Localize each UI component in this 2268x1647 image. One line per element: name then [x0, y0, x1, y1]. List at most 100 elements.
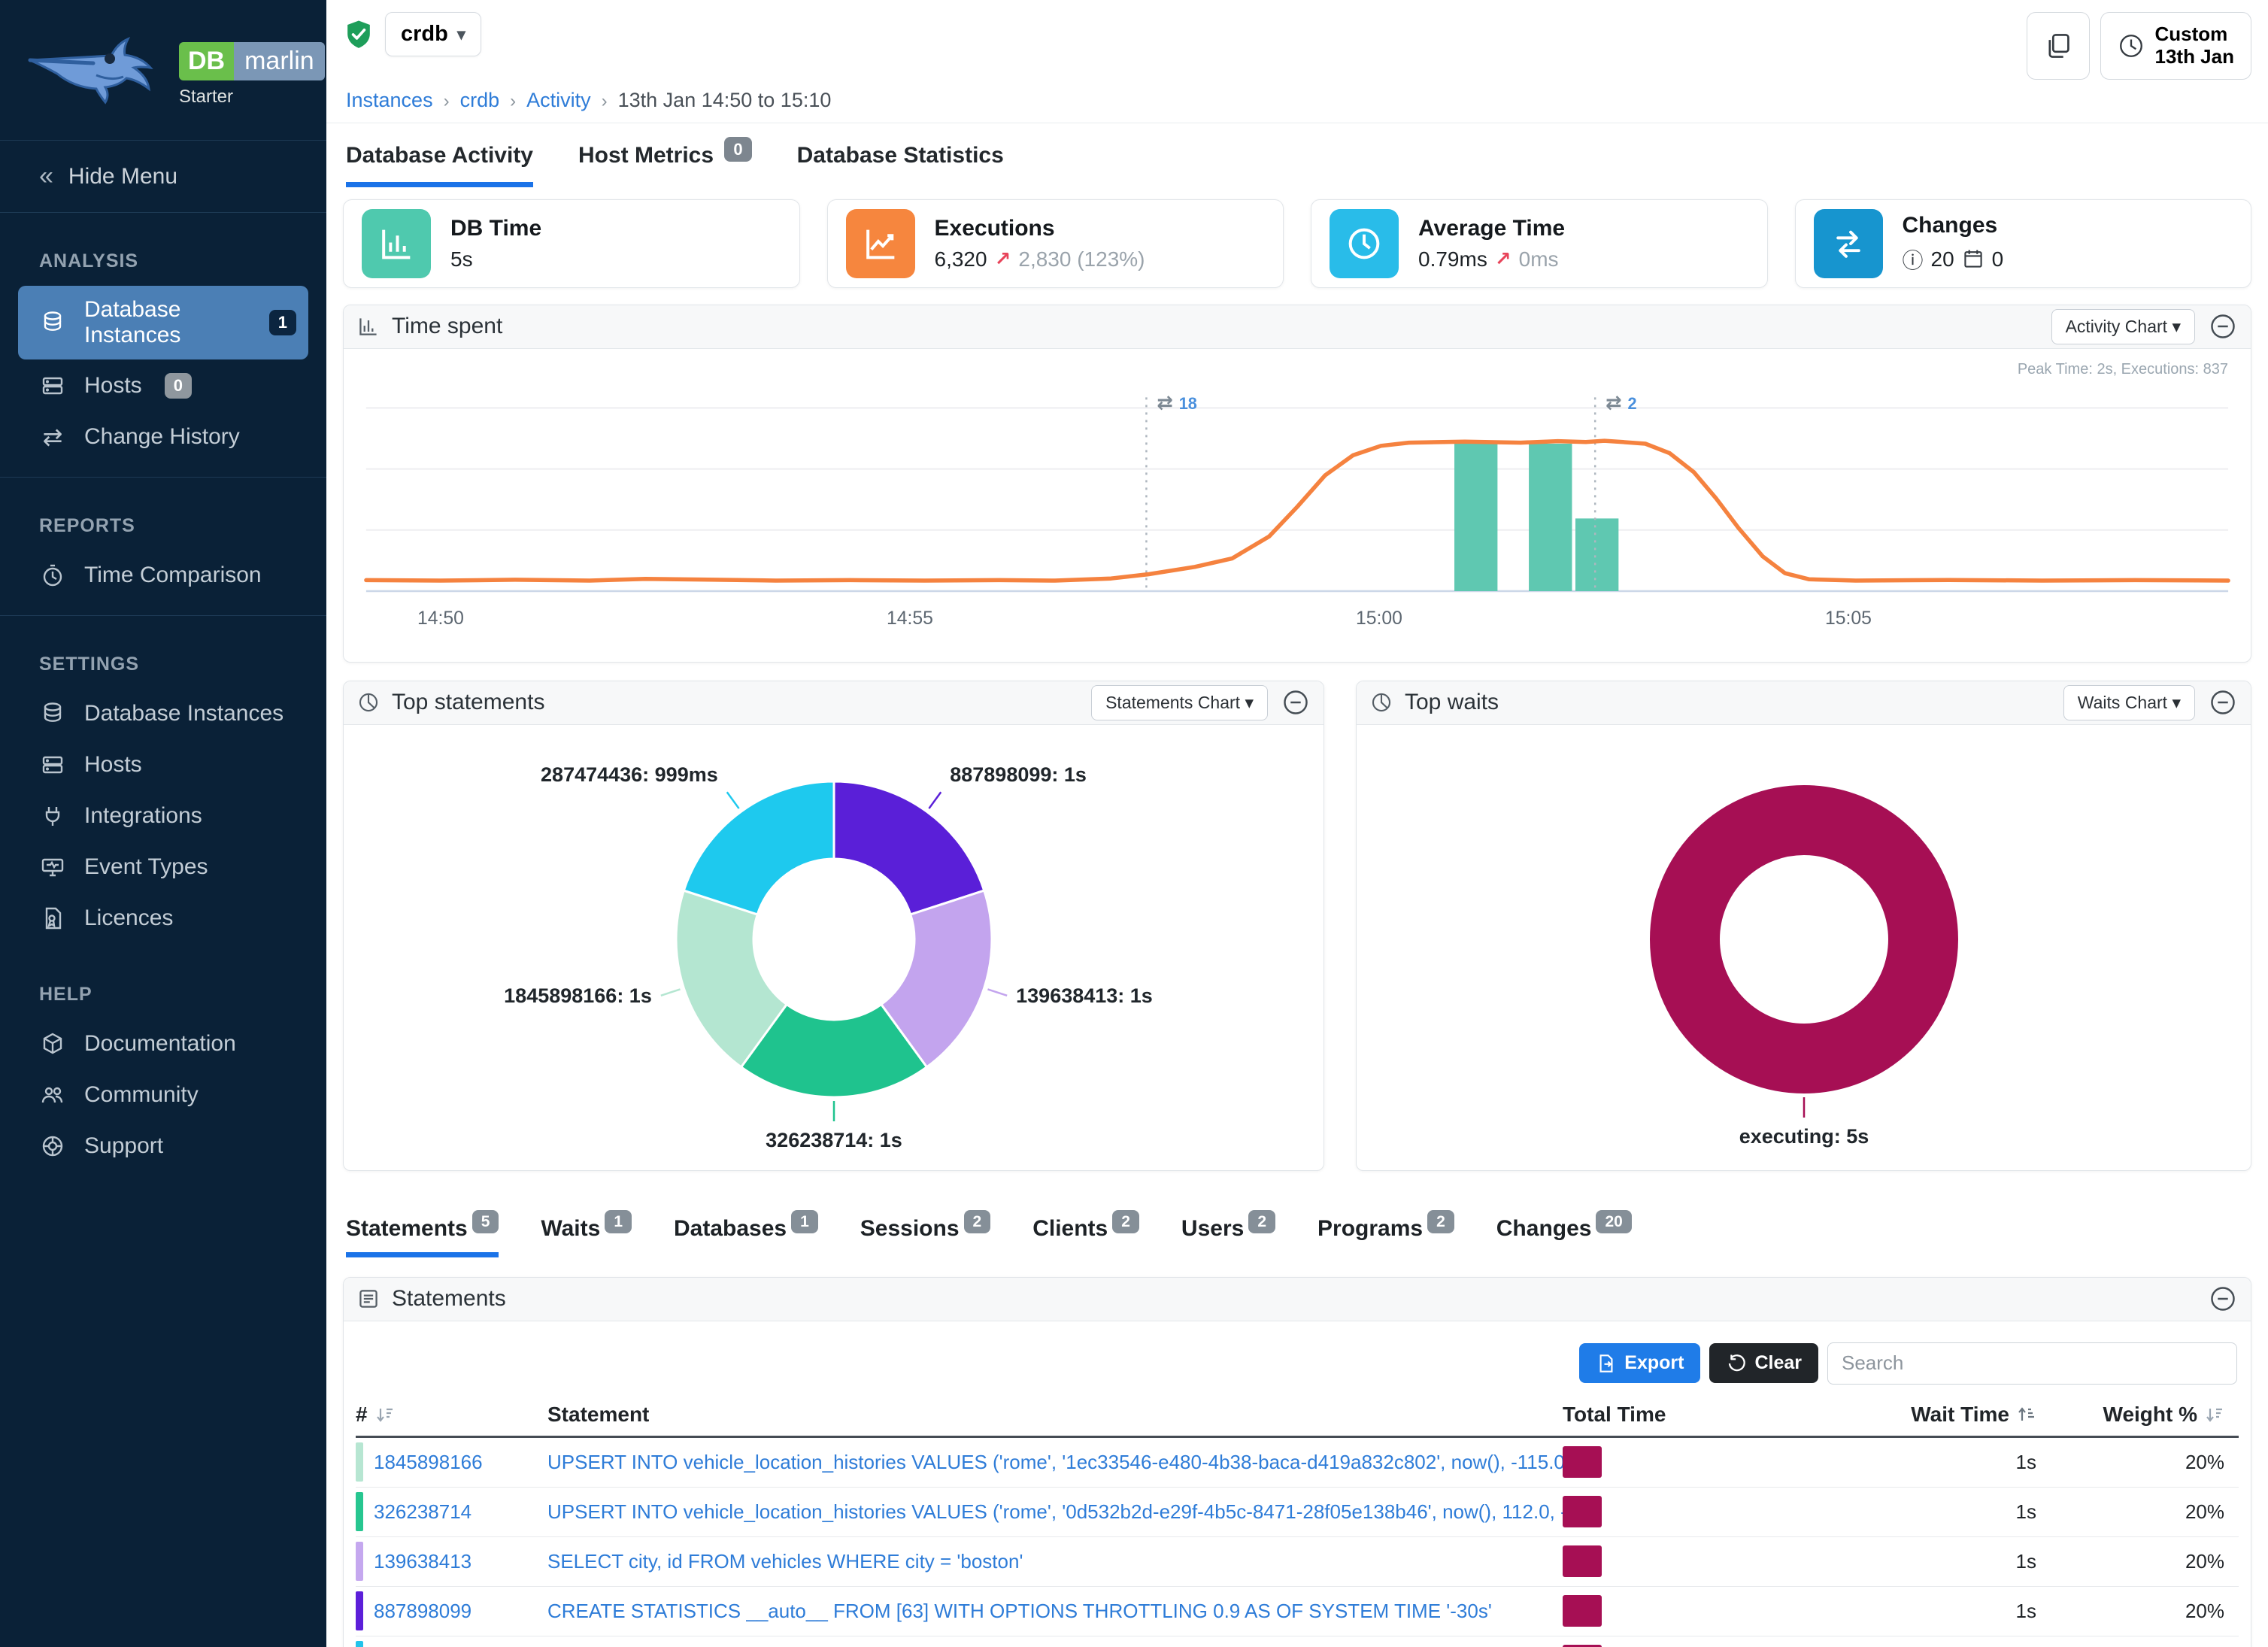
sidebar-item-label: Licences	[84, 905, 173, 931]
clock-icon	[1330, 209, 1399, 278]
statement-id-link[interactable]: 139638413	[374, 1550, 471, 1573]
sidebar-item-licences[interactable]: Licences	[18, 893, 308, 943]
section-title: SETTINGS	[18, 643, 308, 689]
sidebar-item-label: Support	[84, 1133, 163, 1159]
brand-edition: Starter	[179, 86, 325, 108]
sidebar-item-database-instances[interactable]: Database Instances 1	[18, 286, 308, 359]
hide-menu-button[interactable]: « Hide Menu	[0, 147, 326, 206]
breadcrumb-link-activity[interactable]: Activity	[526, 89, 591, 111]
wait-time-value: 1s	[1743, 1500, 2036, 1524]
tab-databases[interactable]: Databases1	[674, 1216, 818, 1257]
svg-text:⇄2: ⇄2	[1605, 392, 1637, 413]
sidebar-item-time-comparison[interactable]: Time Comparison	[18, 551, 308, 600]
tab-label: Statements	[346, 1216, 468, 1241]
tab-badge: 1	[791, 1210, 818, 1233]
statement-id-link[interactable]: 326238714	[374, 1500, 471, 1524]
instance-selector-button[interactable]: crdb ▾	[385, 12, 481, 56]
collapse-panel-icon[interactable]	[1281, 688, 1310, 717]
tab-label: Database Statistics	[797, 143, 1004, 168]
statements-donut-chart[interactable]: 887898099: 1s139638413: 1s326238714: 1s1…	[360, 725, 1308, 1169]
chart-panel-icon	[357, 315, 380, 338]
column-weight[interactable]: Weight %	[2036, 1403, 2224, 1427]
list-icon	[357, 1288, 380, 1310]
statement-id-link[interactable]: 887898099	[374, 1600, 471, 1623]
table-header-row: # Statement Total Time Wait Time Weight …	[356, 1403, 2239, 1438]
breadcrumb-link-crdb[interactable]: crdb	[460, 89, 500, 111]
sidebar-item-settings-hosts[interactable]: Hosts	[18, 740, 308, 790]
tab-programs[interactable]: Programs2	[1317, 1216, 1454, 1257]
database-icon	[39, 700, 66, 727]
panel-title: Statements	[392, 1286, 506, 1312]
statement-sql-link[interactable]: UPSERT INTO vehicle_location_histories V…	[547, 1451, 1563, 1474]
community-people-icon	[39, 1081, 66, 1109]
time-range-label: Custom	[2155, 23, 2235, 46]
sidebar-item-documentation[interactable]: Documentation	[18, 1019, 308, 1069]
waits-donut-chart[interactable]: executing: 5s	[1368, 725, 2240, 1169]
tab-sessions[interactable]: Sessions2	[860, 1216, 990, 1257]
statement-sql-link[interactable]: UPSERT INTO vehicle_location_histories V…	[547, 1500, 1563, 1524]
breadcrumb-separator: ›	[510, 91, 516, 111]
sidebar-item-community[interactable]: Community	[18, 1070, 308, 1120]
count-badge: 1	[269, 310, 296, 335]
copy-link-button[interactable]	[2027, 12, 2090, 80]
tab-statements[interactable]: Statements5	[346, 1216, 499, 1257]
tab-clients[interactable]: Clients2	[1032, 1216, 1139, 1257]
sidebar-item-label: Time Comparison	[84, 563, 262, 588]
waits-chart-selector[interactable]: Waits Chart ▾	[2063, 685, 2195, 720]
table-toolbar: Export Clear	[344, 1321, 2251, 1392]
weight-value: 20%	[2036, 1600, 2224, 1623]
sidebar-item-hosts[interactable]: Hosts 0	[18, 361, 308, 411]
column-statement[interactable]: Statement	[547, 1403, 1563, 1427]
statements-chart-selector[interactable]: Statements Chart ▾	[1091, 685, 1268, 720]
tab-database-statistics[interactable]: Database Statistics	[797, 143, 1004, 187]
column-id[interactable]: #	[356, 1403, 547, 1427]
clear-label: Clear	[1754, 1352, 1802, 1374]
sidebar-item-support[interactable]: Support	[18, 1121, 308, 1171]
statement-id-link[interactable]: 1845898166	[374, 1451, 483, 1474]
sidebar-item-integrations[interactable]: Integrations	[18, 791, 308, 841]
column-wait-time[interactable]: Wait Time	[1743, 1403, 2036, 1427]
sidebar-item-change-history[interactable]: ⇄ Change History	[18, 412, 308, 462]
metric-value: 6,320	[935, 247, 987, 271]
tab-badge: 2	[964, 1210, 991, 1233]
activity-chart[interactable]: ⇄18⇄214:5014:5515:0015:05	[360, 356, 2234, 657]
statement-sql-link[interactable]: CREATE STATISTICS __auto__ FROM [63] WIT…	[547, 1600, 1563, 1623]
breadcrumb-link-instances[interactable]: Instances	[346, 89, 433, 111]
chart-selector-label: Waits Chart	[2078, 693, 2167, 712]
statement-sql-link[interactable]: SELECT city, id FROM vehicles WHERE city…	[547, 1550, 1563, 1573]
tab-label: Database Activity	[346, 143, 533, 168]
time-range-date: 13th Jan	[2155, 46, 2235, 68]
metric-card-executions: Executions 6,320 ↗ 2,830 (123%)	[827, 199, 1284, 288]
tab-badge: 1	[605, 1210, 632, 1233]
clear-button[interactable]: Clear	[1709, 1343, 1818, 1383]
collapse-panel-icon[interactable]	[2209, 312, 2237, 341]
donut-charts-row: Top statements Statements Chart ▾ 887898…	[343, 681, 2251, 1171]
breadcrumb-current-range: 13th Jan 14:50 to 15:10	[618, 89, 832, 111]
sidebar-section-help: HELP Documentation Community	[0, 952, 326, 1180]
breadcrumb-separator: ›	[444, 91, 450, 111]
time-range-button[interactable]: Custom 13th Jan	[2100, 12, 2252, 80]
search-input[interactable]	[1827, 1342, 2237, 1385]
activity-chart-selector[interactable]: Activity Chart ▾	[2051, 309, 2195, 344]
trend-up-icon: ↗	[1495, 247, 1511, 271]
export-button[interactable]: Export	[1579, 1343, 1700, 1383]
tab-users[interactable]: Users2	[1181, 1216, 1275, 1257]
tab-label: Users	[1181, 1216, 1244, 1241]
main-tabs: Database Activity Host Metrics 0 Databas…	[326, 123, 2268, 187]
tab-host-metrics[interactable]: Host Metrics 0	[578, 143, 752, 187]
panel-title: Top waits	[1405, 690, 1499, 715]
svg-text:139638413: 1s: 139638413: 1s	[1016, 984, 1153, 1007]
tab-database-activity[interactable]: Database Activity	[346, 143, 533, 187]
column-total-time[interactable]: Total Time	[1563, 1403, 1743, 1427]
sidebar-item-event-types[interactable]: Event Types	[18, 842, 308, 892]
collapse-panel-icon[interactable]	[2209, 1285, 2237, 1313]
sidebar-item-label: Documentation	[84, 1031, 236, 1057]
tab-badge: 5	[472, 1210, 499, 1233]
sidebar-item-settings-database-instances[interactable]: Database Instances	[18, 689, 308, 739]
tab-waits[interactable]: Waits1	[541, 1216, 632, 1257]
statements-table: # Statement Total Time Wait Time Weight …	[356, 1403, 2239, 1647]
brand-logo: DB marlin Starter	[0, 0, 326, 134]
tab-changes[interactable]: Changes20	[1496, 1216, 1632, 1257]
tab-label: Host Metrics	[578, 143, 714, 168]
collapse-panel-icon[interactable]	[2209, 688, 2237, 717]
